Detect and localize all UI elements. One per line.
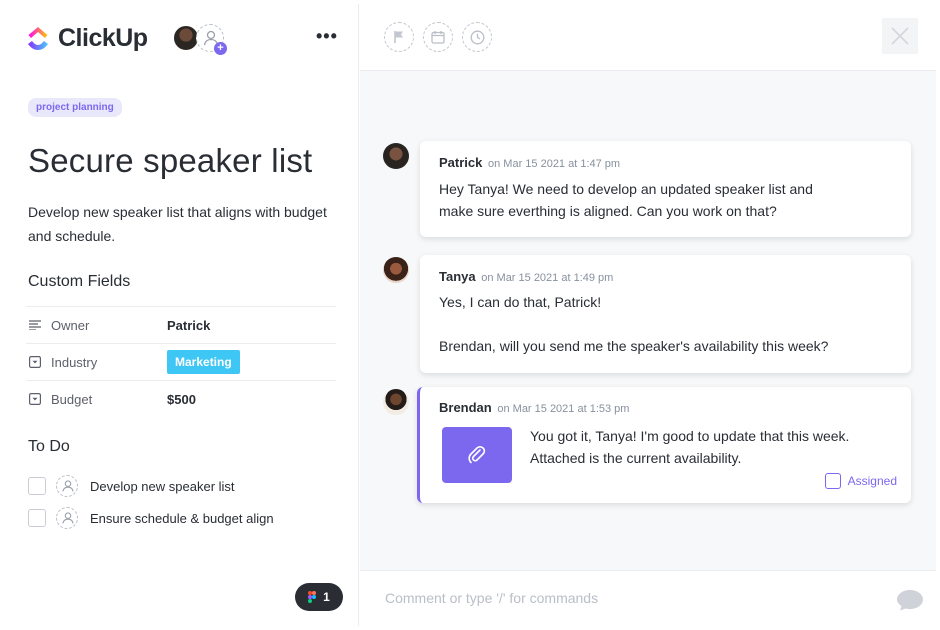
custom-field-label: Industry (51, 354, 98, 370)
comment-header: Patrick on Mar 15 2021 at 1:47 pm (439, 155, 620, 170)
task-description[interactable]: Develop new speaker list that aligns wit… (28, 200, 328, 248)
comment-header: Brendan on Mar 15 2021 at 1:53 pm (439, 400, 629, 415)
comment-line: Hey Tanya! We need to develop an updated… (439, 181, 813, 197)
comment-spacer (439, 313, 828, 335)
comment-line: Attached is the current availability. (530, 450, 742, 466)
comment-line: You got it, Tanya! I'm good to update th… (530, 428, 850, 444)
custom-field-label: Budget (51, 391, 93, 407)
dropdown-icon (29, 356, 41, 368)
custom-field-budget[interactable]: Budget $500 (26, 380, 336, 417)
avatar[interactable] (383, 143, 409, 169)
close-icon (891, 27, 909, 45)
todo-checkbox[interactable] (28, 477, 46, 495)
due-date-button[interactable] (423, 22, 453, 52)
comment-author[interactable]: Tanya (439, 269, 476, 284)
figma-integration-button[interactable]: 1 (295, 583, 343, 611)
comment-input[interactable] (385, 587, 855, 609)
assigned-label: Assigned (847, 474, 897, 488)
custom-field-owner[interactable]: Owner Patrick (26, 306, 336, 343)
clickup-logo-icon (28, 26, 48, 50)
assign-user-button[interactable] (56, 507, 78, 529)
task-assignees[interactable]: + (172, 24, 227, 55)
custom-field-industry[interactable]: Industry Marketing (26, 343, 336, 380)
industry-pill[interactable]: Marketing (167, 350, 240, 374)
todo-text[interactable]: Ensure schedule & budget align (90, 511, 274, 526)
figma-icon (308, 591, 317, 603)
comment-author[interactable]: Brendan (439, 400, 492, 415)
comment-timestamp: on Mar 15 2021 at 1:49 pm (481, 272, 614, 284)
todo-list: Develop new speaker list Ensure schedule… (28, 470, 274, 534)
avatar[interactable] (383, 389, 409, 415)
comment-timestamp: on Mar 15 2021 at 1:53 pm (497, 403, 630, 415)
paperclip-icon (468, 446, 486, 464)
add-assignee-button[interactable]: + (196, 24, 227, 55)
clock-icon (470, 30, 484, 44)
close-button[interactable] (882, 18, 918, 54)
time-tracking-button[interactable] (462, 22, 492, 52)
comment-card[interactable]: Tanya on Mar 15 2021 at 1:49 pm Yes, I c… (420, 255, 911, 373)
calendar-icon (431, 31, 445, 44)
flag-icon (394, 31, 403, 43)
plus-icon: + (214, 42, 227, 55)
todo-checkbox[interactable] (28, 509, 46, 527)
activity-toolbar (360, 4, 936, 71)
custom-fields-heading: Custom Fields (28, 273, 131, 290)
comment-line: Brendan, will you send me the speaker's … (439, 338, 829, 354)
activity-panel: Patrick on Mar 15 2021 at 1:47 pm Hey Ta… (360, 4, 936, 626)
attachment-thumbnail[interactable] (442, 427, 512, 483)
brand: ClickUp (26, 24, 148, 53)
priority-button[interactable] (384, 22, 414, 52)
comment-text: Yes, I can do that, Patrick! Brendan, wi… (439, 291, 828, 357)
more-options-button[interactable]: ••• (316, 26, 338, 47)
comment-text: Hey Tanya! We need to develop an updated… (439, 178, 813, 222)
assigned-toggle[interactable]: Assigned (824, 473, 897, 489)
text-lines-icon (29, 319, 41, 331)
custom-field-label: Owner (51, 317, 90, 333)
page-title[interactable]: Secure speaker list (28, 142, 312, 180)
task-tag[interactable]: project planning (28, 98, 122, 117)
comment-line: make sure everthing is aligned. Can you … (439, 203, 777, 219)
custom-fields-table: Owner Patrick Industry Marketing Budget … (26, 306, 336, 417)
user-icon (62, 480, 74, 492)
todo-heading: To Do (28, 438, 70, 455)
todo-text[interactable]: Develop new speaker list (90, 479, 235, 494)
comment-header: Tanya on Mar 15 2021 at 1:49 pm (439, 269, 613, 284)
comment-author[interactable]: Patrick (439, 155, 482, 170)
comment-card[interactable]: Patrick on Mar 15 2021 at 1:47 pm Hey Ta… (420, 141, 911, 237)
custom-field-value[interactable]: $500 (167, 392, 196, 407)
chat-bubble-icon[interactable] (896, 589, 924, 611)
dropdown-icon (29, 393, 41, 405)
user-icon (62, 512, 74, 524)
list-item[interactable]: Develop new speaker list (28, 470, 274, 502)
assigned-checkbox[interactable] (824, 473, 841, 489)
comment-text: You got it, Tanya! I'm good to update th… (530, 425, 849, 469)
figma-count: 1 (323, 590, 330, 604)
comment-timestamp: on Mar 15 2021 at 1:47 pm (488, 158, 621, 170)
assign-user-button[interactable] (56, 475, 78, 497)
brand-name: ClickUp (58, 24, 148, 52)
comment-line: Yes, I can do that, Patrick! (439, 294, 602, 310)
comment-composer (360, 570, 936, 626)
comment-card[interactable]: Brendan on Mar 15 2021 at 1:53 pm You go… (417, 387, 911, 503)
avatar[interactable] (383, 257, 409, 283)
list-item[interactable]: Ensure schedule & budget align (28, 502, 274, 534)
task-details-panel: ClickUp + ••• project planning Secure sp… (4, 4, 359, 626)
custom-field-value[interactable]: Patrick (167, 318, 210, 333)
